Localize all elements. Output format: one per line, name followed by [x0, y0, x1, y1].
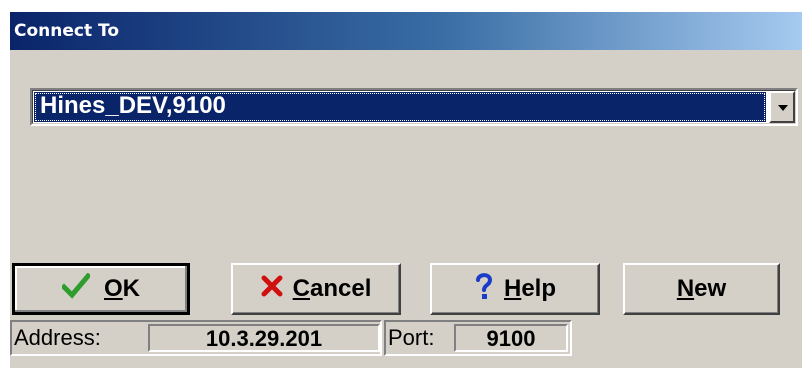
combobox-dropdown-button[interactable]: [769, 91, 795, 123]
new-button[interactable]: New: [623, 263, 780, 315]
connect-dialog: Connect To Hines_DEV,9100 OK Cancel Help…: [10, 12, 802, 368]
cancel-label: ancel: [309, 275, 372, 302]
address-label: Address:: [14, 325, 101, 350]
connection-combobox[interactable]: Hines_DEV,9100: [30, 88, 798, 126]
chevron-down-icon: [778, 105, 788, 111]
help-button[interactable]: Help: [430, 263, 600, 315]
port-panel: Port: 9100: [384, 320, 572, 356]
ok-mnemonic: O: [103, 275, 123, 302]
port-label: Port:: [388, 325, 435, 350]
red-x-icon: [261, 275, 283, 304]
help-mnemonic: H: [503, 275, 522, 302]
cancel-mnemonic: C: [292, 275, 310, 302]
question-mark-icon: [474, 272, 494, 307]
ok-label: K: [122, 275, 140, 302]
dialog-title: Connect To: [10, 12, 802, 50]
port-value: 9100: [454, 324, 568, 352]
address-panel: Address: 10.3.29.201: [10, 320, 382, 356]
ok-button[interactable]: OK: [12, 263, 190, 315]
new-label: ew: [694, 275, 727, 302]
cancel-button[interactable]: Cancel: [231, 263, 401, 315]
help-label: elp: [521, 275, 557, 302]
connection-selected-value[interactable]: Hines_DEV,9100: [34, 92, 766, 122]
address-value: 10.3.29.201: [148, 324, 380, 352]
new-mnemonic: N: [676, 275, 695, 302]
checkmark-icon: [60, 271, 92, 306]
